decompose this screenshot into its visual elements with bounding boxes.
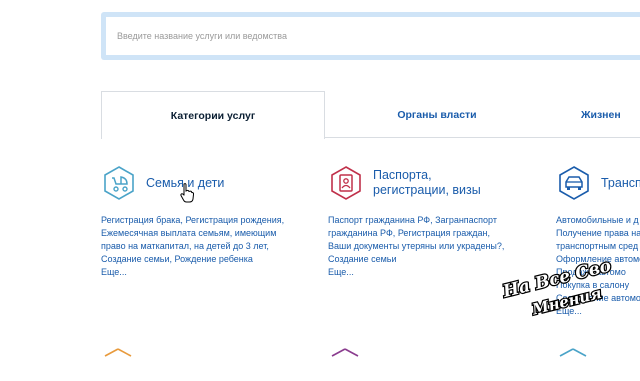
link[interactable]: Создание семьи xyxy=(101,254,170,264)
link[interactable]: Получение права на xyxy=(556,228,640,238)
link[interactable]: Автомобильные и д xyxy=(556,215,639,225)
link[interactable]: Регистрация граждан xyxy=(398,228,488,238)
link[interactable]: Загранпаспорт xyxy=(435,215,497,225)
more-link[interactable]: Еще... xyxy=(101,266,306,279)
passport-icon[interactable] xyxy=(328,165,364,201)
stroller-icon[interactable] xyxy=(101,165,137,201)
title-line: регистрации, визы xyxy=(373,183,481,197)
search-box xyxy=(101,12,640,60)
category-icon-partial xyxy=(331,348,359,357)
link[interactable]: Ежемесячная выплата семьям, имеющим xyxy=(101,228,276,238)
link[interactable]: Создание семьи xyxy=(328,254,397,264)
tab-life-situations[interactable]: Жизнен xyxy=(581,91,640,138)
tabs-bar: Категории услуг Органы власти Жизнен xyxy=(101,91,640,139)
link[interactable]: Ваши документы утеряны или украдены? xyxy=(328,241,502,251)
separator: , xyxy=(487,228,490,238)
separator: , xyxy=(266,241,269,251)
category-family: Семья и дети Регистрация брака, Регистра… xyxy=(101,163,306,279)
car-icon[interactable] xyxy=(556,165,592,201)
tab-service-categories[interactable]: Категории услуг xyxy=(101,91,325,139)
link[interactable]: гражданина РФ xyxy=(328,228,393,238)
title-line: Паспорта, xyxy=(373,168,432,182)
link[interactable]: Рождение ребенка xyxy=(175,254,253,264)
hand-cursor-icon xyxy=(180,183,194,203)
category-icon-partial xyxy=(104,348,132,357)
separator: , xyxy=(281,215,285,225)
channel-watermark: На Все Сво Мнения xyxy=(499,255,615,320)
link[interactable]: Паспорт гражданина РФ xyxy=(328,215,430,225)
link[interactable]: Регистрация брака xyxy=(101,215,180,225)
tab-authorities[interactable]: Органы власти xyxy=(325,91,549,138)
link[interactable]: право на маткапитал, на детей до 3 лет xyxy=(101,241,266,251)
search-input[interactable] xyxy=(106,17,640,55)
category-title[interactable]: Паспорта, регистрации, визы xyxy=(373,168,481,198)
category-icon-partial xyxy=(559,348,587,357)
category-links: Регистрация брака, Регистрация рождения,… xyxy=(101,214,306,279)
category-title[interactable]: Трансп xyxy=(601,176,640,191)
link[interactable]: Регистрация рождения xyxy=(185,215,281,225)
